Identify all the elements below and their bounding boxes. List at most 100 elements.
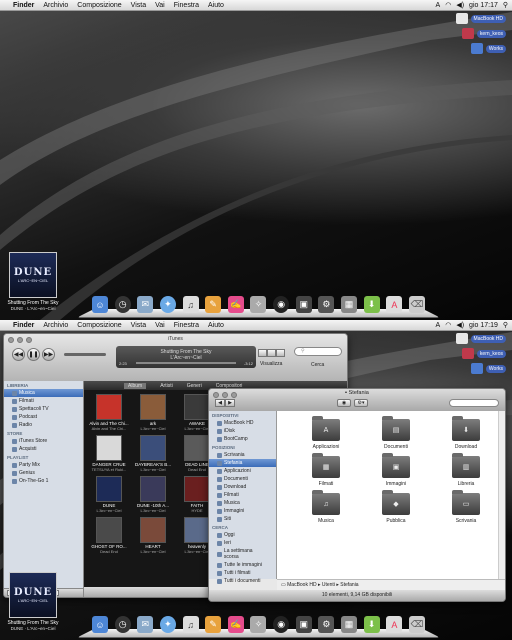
next-icon[interactable]: ▶▶ <box>42 348 55 361</box>
tab-generi[interactable]: Generi <box>187 383 202 389</box>
sidebar-item[interactable]: MacBook HD <box>209 419 276 427</box>
album-item[interactable]: Alvin and The Chi... Alvin and The Chi... <box>88 394 130 431</box>
notes-icon[interactable]: ✍ <box>227 616 244 633</box>
sidebar-item-podcast[interactable]: Podcast <box>4 413 83 421</box>
volume-icon[interactable]: ◀) <box>456 321 464 329</box>
album-item[interactable]: DUNE -10th A... L'Arc~en~Ciel <box>132 476 174 513</box>
menu-finestra[interactable]: Finestra <box>174 322 199 329</box>
back-icon[interactable]: ◀ <box>215 399 225 407</box>
volume-icon[interactable]: ◀) <box>456 1 464 9</box>
sidebar-item[interactable]: iDisk <box>209 427 276 435</box>
path-item[interactable]: Utenti <box>322 582 335 588</box>
folder-item[interactable]: ▦ Filmati <box>291 453 361 487</box>
menu-aiuto[interactable]: Aiuto <box>208 2 224 9</box>
menu-vista[interactable]: Vista <box>131 2 146 9</box>
desktop-icon-macbook-hd[interactable]: MacBook HD <box>455 13 506 24</box>
wifi-icon[interactable]: ◠ <box>445 1 451 9</box>
folder-item[interactable]: A Applicazioni <box>291 416 361 450</box>
album-item[interactable]: DANGER CRUE TETSUYA et Ruki... <box>88 435 130 472</box>
tab-album[interactable]: Album <box>124 382 147 389</box>
wifi-icon[interactable]: ◠ <box>445 321 451 329</box>
mail-icon[interactable]: ✉ <box>137 296 154 313</box>
grid-view-icon[interactable] <box>267 349 276 357</box>
sidebar-item[interactable]: Tutte le immagini <box>209 561 276 569</box>
album-item[interactable]: GHOST OF RO... Dead End <box>88 517 130 554</box>
folder-item[interactable]: ▭ Scrivania <box>431 490 501 524</box>
finder-window[interactable]: ▪ Stefania ◀ ▶ ◉ ⚙▾ DISPOSITIVI MacBook HD i… <box>208 388 506 602</box>
clock-icon[interactable]: ◷ <box>114 296 131 313</box>
spotlight-icon[interactable]: ⚲ <box>503 1 508 9</box>
sidebar-item[interactable]: Tutti i filmati <box>209 569 276 577</box>
menu-vista[interactable]: Vista <box>131 322 146 329</box>
settings-icon[interactable]: ⚙ <box>318 616 335 633</box>
now-playing-widget[interactable]: DUNE L'ARC~EN~CIEL Shutting From The Sky … <box>7 572 59 631</box>
clock[interactable]: gio 17:17 <box>469 2 498 9</box>
sidebar-item[interactable]: Documenti <box>209 475 276 483</box>
list-view-icon[interactable] <box>258 349 267 357</box>
search-input[interactable] <box>449 399 499 407</box>
path-item[interactable]: MacBook HD <box>287 582 316 588</box>
menu-aiuto[interactable]: Aiuto <box>208 322 224 329</box>
album-item[interactable]: DAYBREAK'S B... L'Arc~en~Ciel <box>132 435 174 472</box>
a-menu-icon[interactable]: A <box>436 322 441 329</box>
sidebar-item[interactable]: La settimana scorsa <box>209 547 276 561</box>
sidebar-item[interactable]: BootCamp <box>209 435 276 443</box>
notes-icon[interactable]: ✍ <box>227 296 244 313</box>
sidebar-item-musica[interactable]: Musica <box>4 389 83 397</box>
sidebar-item[interactable]: Immagini <box>209 507 276 515</box>
itunes-icon[interactable]: ♫ <box>182 616 199 633</box>
folder-item[interactable]: ▣ Immagini <box>361 453 431 487</box>
gear-icon[interactable]: ⚙▾ <box>354 399 368 407</box>
desktop-icon-kern-keos[interactable]: kern_keos <box>461 28 506 39</box>
safari-icon[interactable]: ✦ <box>159 616 176 633</box>
desktop-icon-works[interactable]: Works <box>470 43 506 54</box>
clock-icon[interactable]: ◷ <box>114 616 131 633</box>
menu-finestra[interactable]: Finestra <box>174 2 199 9</box>
menu-composizione[interactable]: Composizione <box>77 322 121 329</box>
camera-icon[interactable]: ◉ <box>273 296 290 313</box>
downloads-icon[interactable]: ⬇ <box>363 296 380 313</box>
sidebar-item-spettacoli-tv[interactable]: Spettacoli TV <box>4 405 83 413</box>
menu-app-name[interactable]: Finder <box>13 2 34 9</box>
menu-app-name[interactable]: Finder <box>13 322 34 329</box>
safari-icon[interactable]: ✦ <box>159 296 176 313</box>
sidebar-item[interactable]: Siti <box>209 515 276 523</box>
volume-slider[interactable] <box>64 353 106 356</box>
trash-icon[interactable]: ⌫ <box>408 616 425 633</box>
sidebar-item-on-the-go[interactable]: On-The-Go 1 <box>4 477 83 485</box>
menu-archivio[interactable]: Archivio <box>43 2 68 9</box>
folder-item[interactable]: ▥ Libreria <box>431 453 501 487</box>
album-item[interactable]: ark L'Arc~en~Ciel <box>132 394 174 431</box>
previous-icon[interactable]: ◀◀ <box>12 348 25 361</box>
apps-icon[interactable]: ▦ <box>341 296 358 313</box>
camera-icon[interactable]: ◉ <box>273 616 290 633</box>
trash-icon[interactable]: ⌫ <box>408 296 425 313</box>
itunes-icon[interactable]: ♫ <box>182 296 199 313</box>
forward-icon[interactable]: ▶ <box>225 399 235 407</box>
appstore-icon[interactable]: A <box>386 616 403 633</box>
folder-item[interactable]: ⬇ Download <box>431 416 501 450</box>
sidebar-item-party-mix[interactable]: Party Mix <box>4 461 83 469</box>
album-item[interactable]: DUNE L'Arc~en~Ciel <box>88 476 130 513</box>
photobooth-icon[interactable]: ▣ <box>295 616 312 633</box>
clock[interactable]: gio 17:19 <box>469 322 498 329</box>
sidebar-item-radio[interactable]: Radio <box>4 421 83 429</box>
sidebar-item-genius[interactable]: Genius <box>4 469 83 477</box>
sidebar-item[interactable]: Scrivania <box>209 451 276 459</box>
menu-archivio[interactable]: Archivio <box>43 322 68 329</box>
folder-item[interactable]: ▤ Documenti <box>361 416 431 450</box>
sidebar-item[interactable]: Applicazioni <box>209 467 276 475</box>
now-playing-widget[interactable]: DUNE L'ARC~EN~CIEL Shutting From The Sky … <box>7 252 59 311</box>
sidebar-item-acquisti[interactable]: Acquisti <box>4 445 83 453</box>
scrollbar[interactable] <box>498 411 505 579</box>
progress-bar[interactable] <box>136 362 236 364</box>
sidebar-item[interactable]: Oggi <box>209 531 276 539</box>
sidebar-item[interactable]: Filmati <box>209 491 276 499</box>
menu-vai[interactable]: Vai <box>155 2 165 9</box>
folder-item[interactable]: ♫ Musica <box>291 490 361 524</box>
sidebar-item-itunes-store[interactable]: iTunes Store <box>4 437 83 445</box>
mail-icon[interactable]: ✉ <box>137 616 154 633</box>
tab-artisti[interactable]: Artisti <box>160 383 173 389</box>
desktop-icon-kern-keos[interactable]: kern_keos <box>461 348 506 359</box>
pen-icon[interactable]: ✎ <box>205 296 222 313</box>
